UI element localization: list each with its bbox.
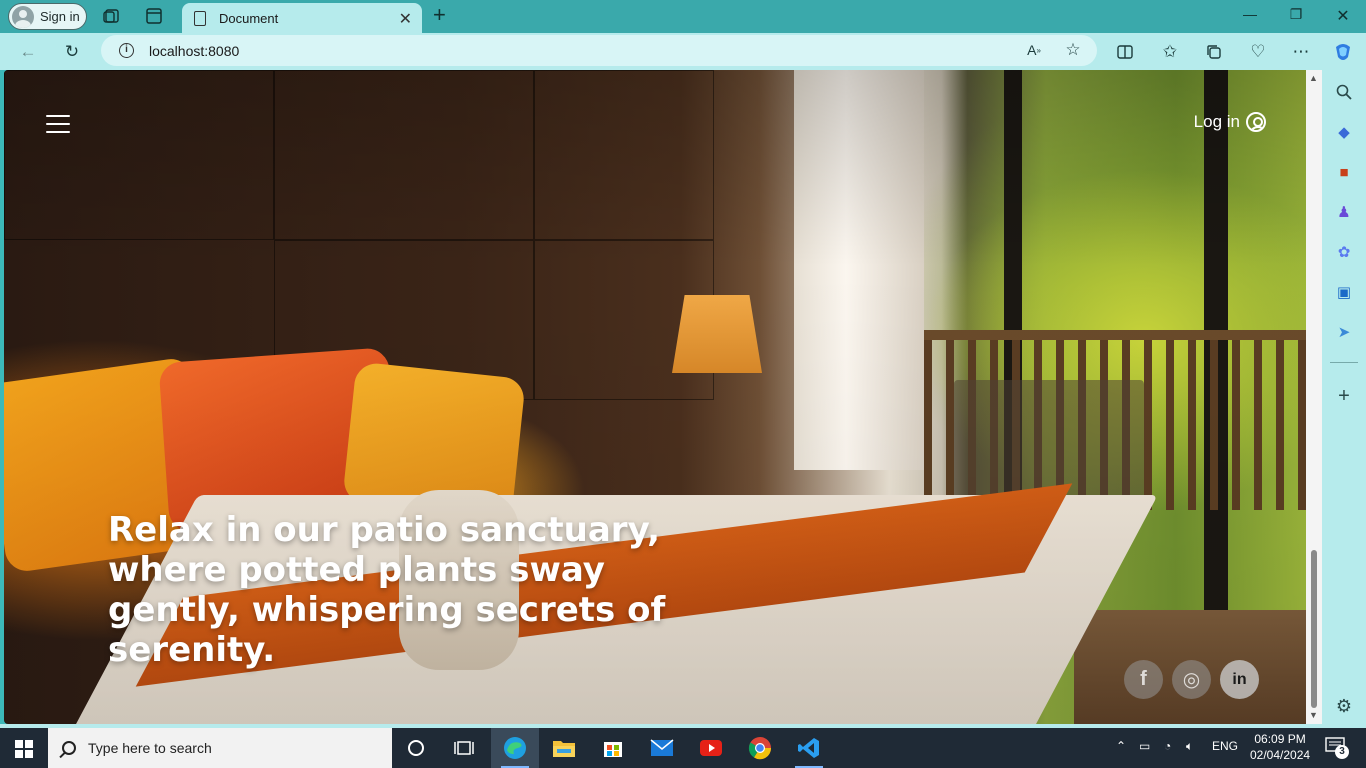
document-icon <box>194 10 206 26</box>
tab-title: Document <box>219 10 279 26</box>
search-icon[interactable] <box>1334 82 1354 102</box>
minimize-button[interactable]: — <box>1240 6 1260 22</box>
battery-icon[interactable]: ▭ <box>1139 739 1150 753</box>
cortana-icon[interactable] <box>392 728 440 768</box>
add-icon[interactable]: + <box>1334 385 1354 407</box>
search-placeholder: Type here to search <box>88 740 212 756</box>
notification-count-badge: 3 <box>1335 745 1349 759</box>
browser-essentials-icon[interactable]: ♡ <box>1247 41 1269 63</box>
settings-gear-icon[interactable]: ⚙ <box>1334 696 1354 716</box>
favorites-icon[interactable]: ✩ <box>1159 41 1181 63</box>
microsoft-store-icon[interactable] <box>589 728 637 768</box>
tab-actions-icon[interactable] <box>144 6 164 26</box>
facebook-icon[interactable]: f <box>1124 660 1163 699</box>
scroll-down-arrow-icon[interactable]: ▼ <box>1309 710 1318 720</box>
refresh-icon[interactable]: ↻ <box>61 41 83 63</box>
scroll-thumb[interactable] <box>1311 550 1317 708</box>
browser-tab-bar: Sign in Document ✕ + — ❐ ✕ <box>0 0 1366 33</box>
split-screen-icon[interactable] <box>1114 41 1136 63</box>
chrome-icon[interactable] <box>736 728 784 768</box>
system-clock[interactable]: 06:09 PM 02/04/2024 <box>1250 731 1310 763</box>
back-icon[interactable]: ← <box>17 41 39 63</box>
restore-button[interactable]: ❐ <box>1286 6 1306 23</box>
profile-button[interactable]: Sign in <box>8 3 87 30</box>
login-link[interactable]: Log in <box>1194 112 1266 132</box>
taskbar-search[interactable]: Type here to search <box>48 728 392 768</box>
tab-document[interactable]: Document ✕ <box>182 3 422 33</box>
scroll-up-arrow-icon[interactable]: ▲ <box>1309 73 1318 83</box>
copilot-icon[interactable] <box>1332 41 1354 63</box>
games-icon[interactable]: ♟ <box>1334 202 1354 222</box>
address-bar[interactable]: i localhost:8080 A» ☆ <box>101 35 1097 66</box>
mail-icon[interactable] <box>638 728 686 768</box>
clock-time: 06:09 PM <box>1254 732 1306 746</box>
login-label: Log in <box>1193 112 1240 131</box>
vscode-icon[interactable] <box>785 728 833 768</box>
shopping-tag-icon[interactable]: ◆ <box>1334 122 1354 142</box>
clock-date: 02/04/2024 <box>1250 748 1311 762</box>
windows-start-icon[interactable] <box>15 740 33 758</box>
network-icon[interactable]: ◔ <box>1164 739 1171 753</box>
user-circle-icon <box>1246 112 1266 132</box>
show-hidden-icons-chevron-icon[interactable]: ⌃ <box>1116 739 1126 753</box>
linkedin-icon[interactable]: in <box>1220 660 1259 699</box>
file-explorer-icon[interactable] <box>540 728 588 768</box>
volume-icon[interactable]: 🔈︎ <box>1186 739 1193 754</box>
instagram-icon[interactable]: ◎ <box>1172 660 1211 699</box>
close-window-button[interactable]: ✕ <box>1333 6 1353 26</box>
page-scrollbar[interactable]: ▲ ▼ <box>1306 70 1322 724</box>
url-text[interactable]: localhost:8080 <box>149 43 239 59</box>
browser-toolbar: ← ↻ i localhost:8080 A» ☆ ✩ ♡ ⋯ <box>0 33 1366 70</box>
notifications-icon[interactable]: 3 <box>1325 737 1349 759</box>
collections-icon[interactable] <box>1203 41 1225 63</box>
youtube-icon[interactable] <box>687 728 735 768</box>
page-hero: Log in Relax in our patio sanctuary, whe… <box>4 70 1306 724</box>
menu-icon[interactable] <box>46 115 70 133</box>
tools-briefcase-icon[interactable]: ■ <box>1334 162 1354 182</box>
new-tab-button[interactable]: + <box>433 4 446 26</box>
edge-sidebar: ◆ ■ ♟ ✿ ▣ ➤ + ⚙ <box>1322 70 1366 728</box>
microsoft365-icon[interactable]: ✿ <box>1334 242 1354 262</box>
workspaces-icon[interactable] <box>102 6 122 26</box>
send-icon[interactable]: ➤ <box>1334 322 1354 342</box>
language-indicator[interactable]: ENG <box>1212 739 1238 753</box>
site-info-icon[interactable]: i <box>119 43 134 58</box>
close-tab-icon[interactable]: ✕ <box>399 9 412 29</box>
search-icon <box>62 741 76 755</box>
outlook-icon[interactable]: ▣ <box>1334 282 1354 302</box>
sidebar-divider <box>1330 362 1358 363</box>
favorite-star-icon[interactable]: ☆ <box>1062 39 1084 61</box>
edge-taskbar-icon[interactable] <box>491 728 539 768</box>
social-links: f ◎ in <box>1124 660 1259 699</box>
profile-label: Sign in <box>40 9 80 24</box>
hero-headline: Relax in our patio sanctuary, where pott… <box>108 510 666 670</box>
more-menu-icon[interactable]: ⋯ <box>1290 41 1312 63</box>
windows-taskbar: Type here to search ⌃ ▭ ◔ 🔈︎ ENG 06:09 P… <box>0 728 1366 768</box>
task-view-icon[interactable] <box>440 728 488 768</box>
read-aloud-icon[interactable]: A» <box>1023 39 1045 61</box>
avatar <box>12 5 34 28</box>
